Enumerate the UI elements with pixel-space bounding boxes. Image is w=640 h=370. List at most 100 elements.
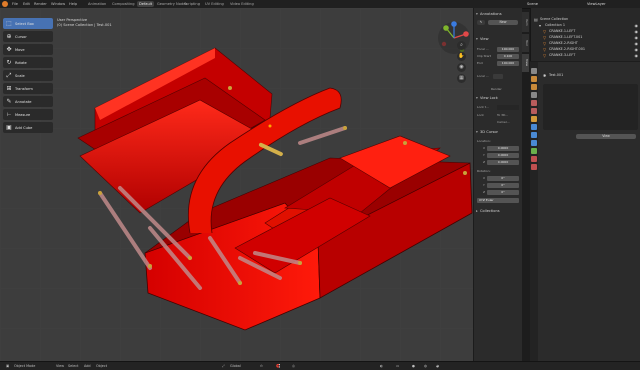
menu-file[interactable]: File <box>12 1 18 7</box>
xray-icon[interactable]: ▭ <box>396 363 399 369</box>
menu-edit[interactable]: Edit <box>23 1 30 7</box>
texture-props-tab-icon[interactable] <box>531 164 537 170</box>
tool-select-box[interactable]: ⬚ Select Box <box>3 18 53 29</box>
field-value[interactable]: 100.000 <box>497 47 519 52</box>
annotation-new-button[interactable]: New <box>488 20 518 25</box>
clip-start-field[interactable]: Clip Start 0.100 <box>477 54 519 59</box>
tab-default[interactable]: Default <box>137 1 155 7</box>
scene-props-tab-icon[interactable] <box>531 100 537 106</box>
blender-logo-icon[interactable] <box>2 1 8 7</box>
transform-orientation-icon[interactable]: ⤢ <box>222 363 225 369</box>
constraints-props-tab-icon[interactable] <box>531 140 537 146</box>
zoom-icon[interactable]: ⌕ <box>457 41 466 50</box>
visibility-eye-icon[interactable]: ◉ <box>635 47 639 52</box>
menu-view[interactable]: View <box>56 363 64 369</box>
outliner-item[interactable]: ▽ CRANKE.1-LEFT ◉ <box>531 29 640 34</box>
field-value[interactable]: 100.000 <box>497 61 519 66</box>
shading-material-icon[interactable]: ◍ <box>424 363 427 369</box>
tool-transform[interactable]: ⊞ Transform <box>3 83 53 94</box>
cursor-loc-y[interactable]: Y 0.0000 <box>477 153 519 158</box>
cursor-loc-z[interactable]: Z 0.0000 <box>477 160 519 165</box>
world-props-tab-icon[interactable] <box>531 108 537 114</box>
tool-cursor[interactable]: ⊕ Cursor <box>3 31 53 42</box>
visibility-eye-icon[interactable]: ◉ <box>635 23 639 28</box>
tool-rotate[interactable]: ↻ Rotate <box>3 57 53 68</box>
menu-object[interactable]: Object <box>96 363 107 369</box>
npanel-tab-item[interactable]: Item <box>522 12 529 32</box>
tool-props-tab-icon[interactable] <box>531 68 537 74</box>
data-props-tab-icon[interactable] <box>531 148 537 154</box>
snap-icon[interactable]: 🧲 <box>276 363 280 369</box>
navigation-gizmo[interactable] <box>436 20 472 56</box>
3d-viewport[interactable]: User Perspective (0) Scene Collection | … <box>0 8 521 361</box>
npanel-tab-tool[interactable]: Tool <box>522 34 529 52</box>
tool-annotate[interactable]: ✎ Annotate <box>3 96 53 107</box>
cursor-rot-x[interactable]: X 0° <box>477 176 519 181</box>
tab-scripting[interactable]: Scripting <box>182 1 202 7</box>
visibility-eye-icon[interactable]: ◉ <box>635 53 639 58</box>
physics-props-tab-icon[interactable] <box>531 132 537 138</box>
field-value[interactable]: 0.0000 <box>487 146 519 151</box>
tab-compositing[interactable]: Compositing <box>110 1 137 7</box>
rotation-mode-select[interactable]: XYZ Euler <box>477 198 519 203</box>
menu-help[interactable]: Help <box>69 1 77 7</box>
view-section-header[interactable]: ▾ View <box>474 36 522 43</box>
cursor-loc-x[interactable]: X 0.0000 <box>477 146 519 151</box>
field-value[interactable]: 0° <box>487 176 519 181</box>
tool-scale[interactable]: ⤢ Scale <box>3 70 53 81</box>
object-name-row[interactable]: ✱ Test.001 <box>543 73 633 78</box>
scene-selector[interactable]: Scene <box>527 1 538 7</box>
tab-video-editing[interactable]: Video Editing <box>228 1 256 7</box>
menu-select[interactable]: Select <box>68 363 78 369</box>
visibility-eye-icon[interactable]: ◉ <box>635 35 639 40</box>
proportional-edit-icon[interactable]: ◎ <box>292 363 295 369</box>
menu-window[interactable]: Window <box>51 1 65 7</box>
visibility-eye-icon[interactable]: ◉ <box>635 29 639 34</box>
overlay-icon[interactable]: ◐ <box>380 363 383 369</box>
tool-measure[interactable]: ⊢ Measure <box>3 109 53 120</box>
tool-add-cube[interactable]: ▣ Add Cube <box>3 122 53 133</box>
field-value[interactable]: XYZ Euler <box>477 198 519 203</box>
lock-to-object-field[interactable]: Lock t... <box>477 105 519 110</box>
lock-to-3d-cursor[interactable]: Lock To 3D... <box>477 113 519 118</box>
pivot-icon[interactable]: ⊙ <box>260 363 263 369</box>
field-value[interactable]: 0° <box>487 190 519 195</box>
view-layer-tab-icon[interactable] <box>531 92 537 98</box>
outliner-scene-collection[interactable]: ▤ Scene Collection <box>531 17 640 22</box>
output-props-tab-icon[interactable] <box>531 84 537 90</box>
cursor-rot-z[interactable]: Z 0° <box>477 190 519 195</box>
object-mode-dropdown[interactable]: Object Mode <box>14 363 35 369</box>
view-layer-selector[interactable]: ViewLayer <box>587 1 606 7</box>
lock-camera-to-view[interactable]: Camer... <box>477 120 519 125</box>
view-button[interactable]: View <box>576 134 636 139</box>
menu-add[interactable]: Add <box>84 363 91 369</box>
shading-rendered-icon[interactable]: ◕ <box>436 363 439 369</box>
properties-list-area[interactable] <box>543 84 638 130</box>
clip-end-field[interactable]: End 100.000 <box>477 61 519 66</box>
visibility-eye-icon[interactable]: ◉ <box>635 41 639 46</box>
tab-animation[interactable]: Animation <box>86 1 108 7</box>
render-region-checkbox[interactable]: Render <box>477 87 519 92</box>
toolbox-model[interactable] <box>0 8 521 361</box>
outliner-item[interactable]: ▽ CRANKE.2-RIGHT.001 ◉ <box>531 47 640 52</box>
collections-header[interactable]: ▸ Collections <box>474 208 522 215</box>
cursor-rot-y[interactable]: Y 0° <box>477 183 519 188</box>
object-props-tab-icon[interactable] <box>531 116 537 122</box>
field-value[interactable]: 0.0000 <box>487 153 519 158</box>
camera-view-icon[interactable]: ◉ <box>457 63 466 72</box>
pan-hand-icon[interactable]: ✋ <box>457 52 466 61</box>
render-props-tab-icon[interactable] <box>531 76 537 82</box>
tool-move[interactable]: ✥ Move <box>3 44 53 55</box>
npanel-tab-view[interactable]: View <box>522 54 529 72</box>
outliner-item[interactable]: ▽ CRANKE.1-LEFT.001 ◉ <box>531 35 640 40</box>
checkbox[interactable] <box>493 74 503 79</box>
outliner-collection-1[interactable]: ▾ Collection 1 ◉ <box>531 23 640 28</box>
3d-cursor-header[interactable]: ▾ 3D Cursor <box>474 129 522 136</box>
field-value[interactable]: 0.100 <box>497 54 519 59</box>
focal-length-field[interactable]: Focal ... 100.000 <box>477 47 519 52</box>
field-value[interactable]: 0.0000 <box>487 160 519 165</box>
material-props-tab-icon[interactable] <box>531 156 537 162</box>
view-lock-header[interactable]: ▾ View Lock <box>474 95 522 102</box>
annotation-add-icon[interactable]: ✎ <box>477 20 485 25</box>
perspective-toggle-icon[interactable]: ▦ <box>457 74 466 83</box>
